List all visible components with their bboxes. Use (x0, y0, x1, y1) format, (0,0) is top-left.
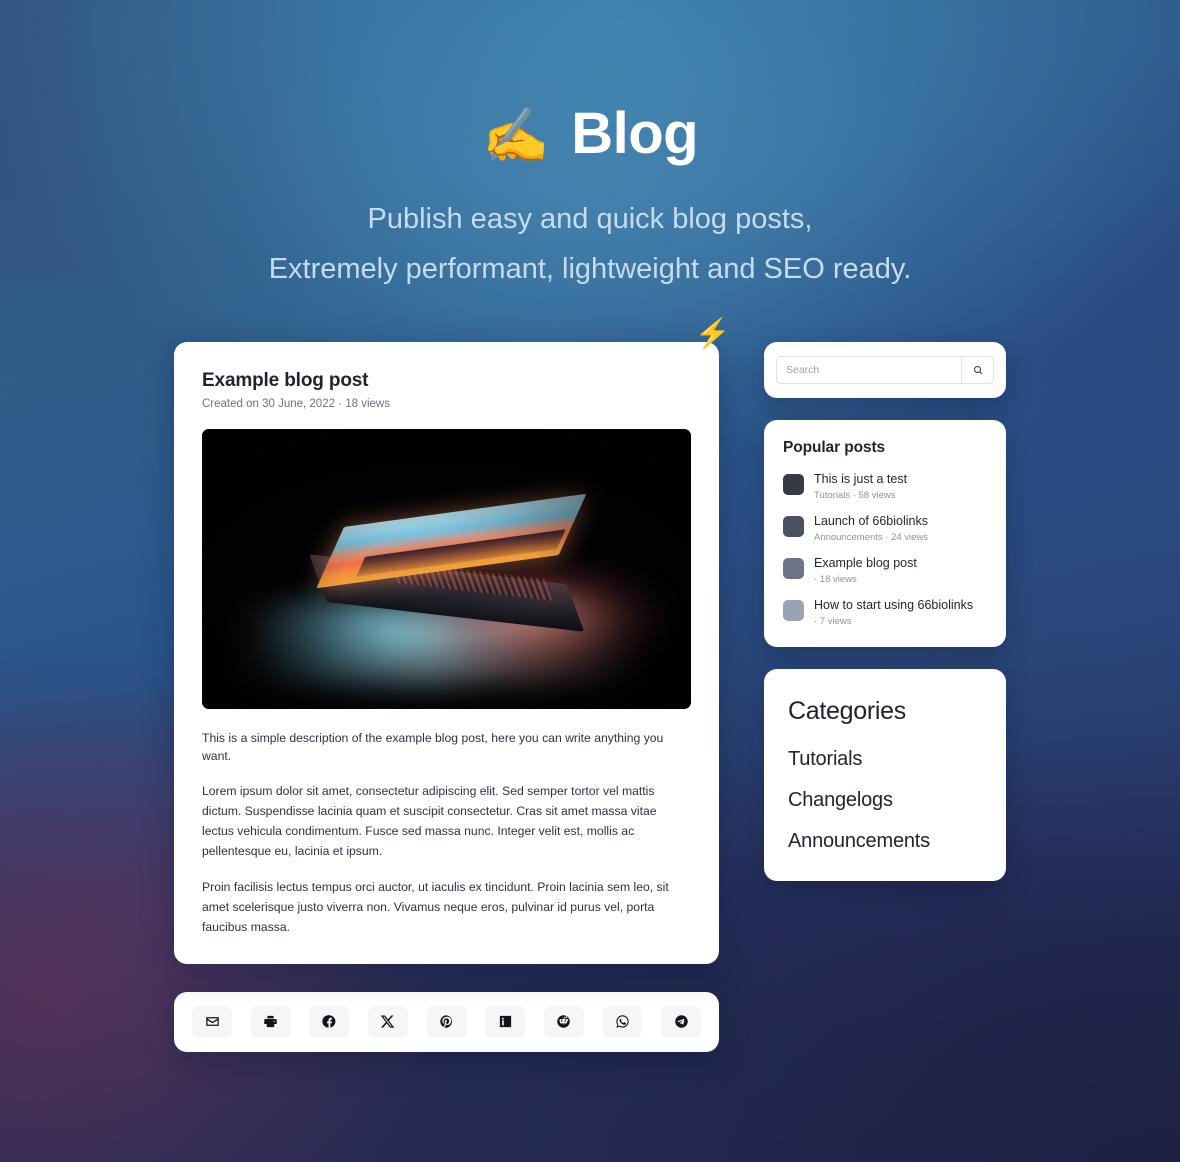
popular-post-title: Example blog post (814, 555, 917, 570)
print-button[interactable] (250, 1005, 291, 1038)
popular-post-meta: Announcements · 24 views (814, 531, 929, 543)
search-input[interactable] (776, 355, 961, 384)
popular-post-meta: Tutorials · 58 views (814, 489, 896, 501)
post-lead-paragraph: This is a simple description of the exam… (202, 730, 664, 763)
lightning-bolt-icon: ⚡ (694, 317, 731, 350)
linkedin-icon (499, 1015, 511, 1028)
post-paragraph-2: Proin facilisis lectus tempus orci aucto… (202, 880, 669, 934)
hero-subtitle-line-1: Publish easy and quick blog posts, (367, 202, 813, 235)
list-item[interactable]: This is just a test Tutorials · 58 views (783, 472, 987, 501)
category-item-announcements[interactable]: Announcements (788, 831, 982, 851)
x-share-button[interactable] (367, 1005, 408, 1038)
search-card (764, 341, 1006, 398)
category-item-tutorials[interactable]: Tutorials (788, 749, 982, 769)
blog-landing-page: ✍️ Blog Publish easy and quick blog post… (0, 0, 1180, 1162)
popular-post-title: How to start using 66biolinks (814, 597, 974, 612)
reddit-icon (557, 1015, 570, 1028)
categories-list: Tutorials Changelogs Announcements (788, 749, 982, 851)
printer-icon (264, 1015, 277, 1028)
hero-section: ✍️ Blog Publish easy and quick blog post… (0, 0, 1180, 295)
telegram-icon (674, 1015, 688, 1028)
content-area: ⚡ Example blog post Created on 30 June, … (174, 319, 1006, 1052)
post-thumbnail (783, 515, 804, 537)
hero-subtitle-line-2: Extremely performant, lightweight and SE… (268, 252, 912, 285)
category-item-changelogs[interactable]: Changelogs (788, 790, 982, 810)
reddit-share-button[interactable] (543, 1005, 584, 1038)
post-thumbnail (783, 473, 804, 495)
post-meta: Created on 30 June, 2022 · 18 views (202, 397, 390, 410)
pinterest-icon (440, 1015, 452, 1028)
sidebar: Popular posts This is just a test Tutori… (764, 341, 1006, 881)
list-item[interactable]: Example blog post · 18 views (783, 556, 987, 585)
facebook-share-button[interactable] (309, 1005, 350, 1038)
whatsapp-share-button[interactable] (602, 1005, 643, 1038)
email-share-button[interactable] (192, 1005, 232, 1038)
search-form (776, 355, 994, 384)
share-bar (174, 991, 719, 1052)
page-title: Blog (571, 101, 699, 166)
popular-post-meta: · 7 views (814, 615, 852, 627)
image-vignette (202, 428, 691, 709)
list-item[interactable]: How to start using 66biolinks · 7 views (783, 598, 987, 627)
post-featured-image (202, 428, 691, 709)
x-twitter-icon (381, 1015, 395, 1028)
popular-post-title: This is just a test (814, 471, 908, 486)
post-thumbnail (783, 599, 804, 621)
popular-post-title: Launch of 66biolinks (814, 513, 928, 528)
search-submit-button[interactable] (961, 355, 994, 384)
hero-subtitle: Publish easy and quick blog posts, Extre… (0, 195, 1180, 295)
telegram-share-button[interactable] (661, 1005, 701, 1038)
search-icon (973, 365, 982, 374)
linkedin-share-button[interactable] (485, 1005, 526, 1038)
popular-posts-list: This is just a test Tutorials · 58 views… (783, 472, 987, 627)
post-paragraph-1: Lorem ipsum dolor sit amet, consectetur … (202, 784, 657, 858)
facebook-icon (322, 1015, 336, 1028)
popular-post-meta: · 18 views (814, 573, 857, 585)
blog-post-card: Example blog post Created on 30 June, 20… (174, 341, 719, 964)
envelope-icon (205, 1017, 219, 1026)
categories-card: Categories Tutorials Changelogs Announce… (764, 668, 1006, 881)
post-title: Example blog post (202, 369, 369, 391)
post-column: ⚡ Example blog post Created on 30 June, … (174, 319, 731, 1052)
whatsapp-icon (616, 1015, 629, 1028)
writing-hand-icon: ✍️ (481, 106, 550, 167)
post-thumbnail (783, 557, 804, 579)
list-item[interactable]: Launch of 66biolinks Announcements · 24 … (783, 514, 987, 543)
pinterest-share-button[interactable] (426, 1005, 467, 1038)
popular-posts-card: Popular posts This is just a test Tutori… (764, 419, 1006, 647)
categories-title: Categories (788, 696, 906, 725)
hero-title-row: ✍️ Blog (0, 101, 1180, 167)
popular-posts-title: Popular posts (783, 438, 886, 456)
